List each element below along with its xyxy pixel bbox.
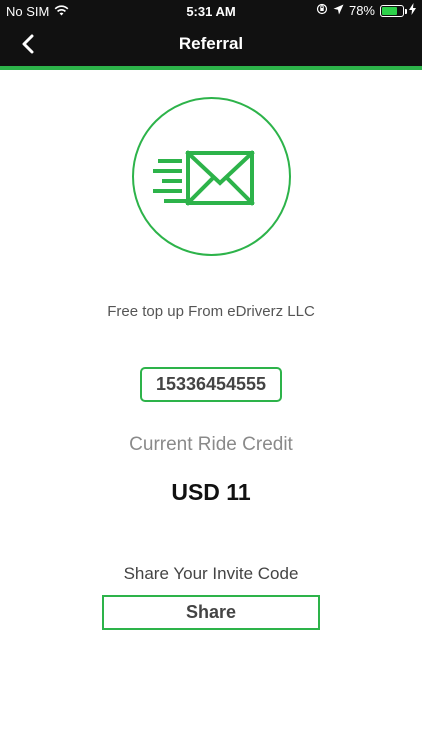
envelope-icon	[153, 150, 255, 206]
location-arrow-icon	[333, 3, 344, 18]
invite-code: 15336454555	[140, 367, 282, 402]
page-title: Referral	[178, 34, 244, 53]
share-button[interactable]: Share	[102, 595, 320, 630]
orientation-lock-icon	[316, 3, 328, 18]
credit-label: Current Ride Credit	[129, 434, 293, 455]
nav-bar: Referral	[0, 22, 422, 66]
status-bar: No SIM 5:31 AM 78%	[0, 0, 422, 22]
battery-icon	[380, 4, 407, 17]
share-label: Share Your Invite Code	[123, 564, 299, 583]
promo-text: Free top up From eDriverz LLC	[107, 303, 315, 320]
battery-level	[382, 6, 397, 15]
charging-bolt-icon	[409, 3, 416, 18]
battery-percent: 78%	[348, 3, 375, 18]
envelope-badge	[132, 97, 291, 256]
header-accent-line	[0, 66, 422, 70]
credit-value: USD 11	[171, 479, 251, 505]
